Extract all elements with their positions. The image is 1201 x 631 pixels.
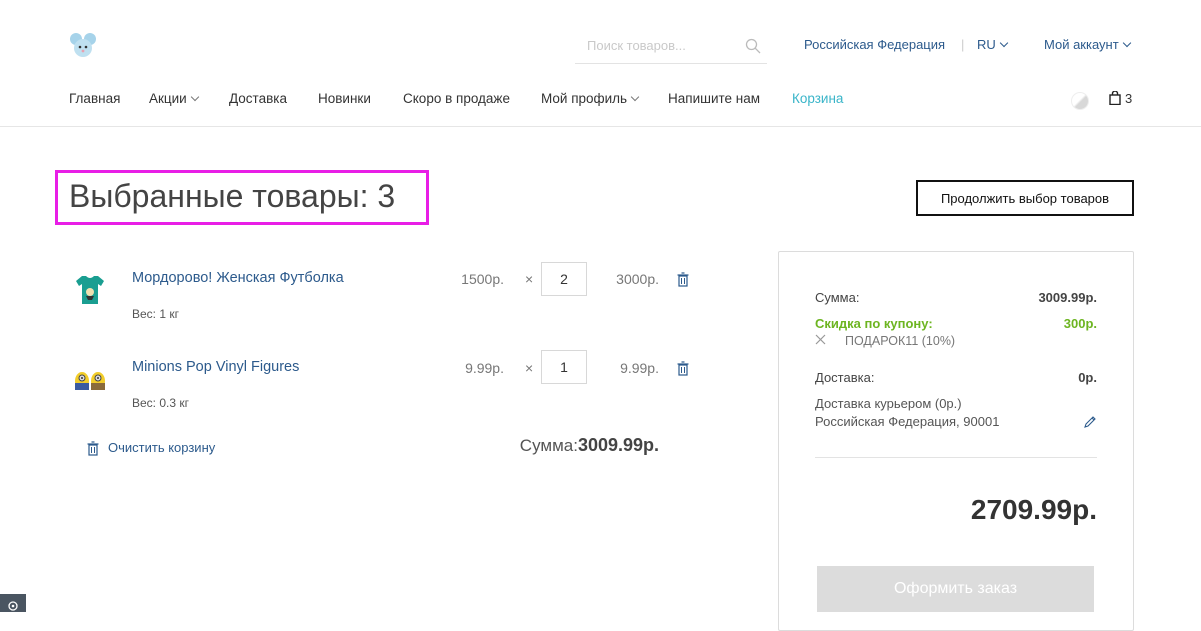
minions-thumbnail[interactable] — [72, 364, 108, 400]
nav-item-home[interactable]: Главная — [69, 91, 120, 106]
item-price: 9.99р. — [465, 360, 504, 376]
discount-value: 300р. — [1063, 316, 1097, 331]
nav-item-new[interactable]: Новинки — [318, 91, 371, 106]
item-weight: Вес: 1 кг — [132, 307, 179, 321]
coupon-code: ПОДАРОК11 (10%) — [845, 334, 956, 348]
checkout-button[interactable]: Оформить заказ — [817, 566, 1094, 612]
chevron-down-icon — [630, 92, 640, 102]
item-name-link[interactable]: Minions Pop Vinyl Figures — [132, 359, 299, 375]
region-selector[interactable]: Российская Федерация — [804, 37, 945, 52]
continue-shopping-button[interactable]: Продолжить выбор товаров — [916, 180, 1134, 216]
item-total: 9.99р. — [620, 360, 659, 376]
item-total: 3000р. — [616, 271, 659, 287]
discount-label: Скидка по купону: — [815, 316, 933, 331]
mouse-logo-icon — [70, 33, 96, 57]
trash-icon[interactable] — [87, 441, 99, 456]
search-icon[interactable] — [745, 38, 761, 54]
delivery-label: Доставка: — [815, 370, 875, 385]
chevron-down-icon — [999, 38, 1009, 48]
page-title: Выбранные товары: 3 — [69, 178, 396, 214]
clear-cart-link[interactable]: Очистить корзину — [108, 440, 215, 455]
nav-item-profile[interactable]: Мой профиль — [541, 91, 640, 106]
remove-coupon-icon[interactable] — [815, 334, 826, 345]
summary-divider — [815, 457, 1097, 458]
nav-label: Акции — [149, 91, 187, 106]
header-divider — [0, 126, 1201, 127]
theme-toggle-icon[interactable] — [1071, 92, 1089, 110]
search-input[interactable] — [575, 31, 737, 59]
pencil-icon[interactable] — [1083, 415, 1097, 429]
trash-icon[interactable] — [677, 272, 689, 287]
item-name-link[interactable]: Мордорово! Женская Футболка — [132, 270, 344, 286]
language-label: RU — [977, 37, 996, 52]
delivery-address: Российская Федерация, 90001 — [815, 414, 1000, 429]
grand-total: 2709.99р. — [970, 494, 1097, 525]
nav-item-coming-soon[interactable]: Скоро в продаже — [403, 91, 510, 106]
nav-item-cart[interactable]: Корзина — [792, 91, 843, 106]
delivery-method: Доставка курьером (0р.) — [815, 396, 962, 411]
search-box — [575, 31, 767, 64]
nav-item-promotions[interactable]: Акции — [149, 91, 199, 106]
delivery-value: 0р. — [1078, 370, 1097, 385]
nav-item-delivery[interactable]: Доставка — [229, 91, 287, 106]
nav-label: Мой профиль — [541, 91, 628, 106]
item-weight: Вес: 0.3 кг — [132, 396, 189, 410]
times-sign: × — [525, 360, 534, 376]
cart-sum-value: 3009.99р. — [577, 435, 659, 455]
chevron-down-icon — [190, 92, 199, 102]
item-price: 1500р. — [461, 271, 504, 287]
account-label: Мой аккаунт — [1044, 37, 1119, 52]
tshirt-thumbnail[interactable] — [72, 272, 108, 308]
cart-sum: Сумма:3009.99р. — [470, 435, 659, 456]
summary-sum-value: 3009.99р. — [1038, 290, 1097, 305]
cart-count: 3 — [1125, 91, 1133, 106]
shopping-bag-icon[interactable] — [1109, 91, 1121, 105]
gear-icon — [8, 601, 18, 611]
settings-tab[interactable] — [0, 594, 26, 612]
times-sign: × — [525, 271, 534, 287]
language-selector[interactable]: RU — [977, 37, 1009, 52]
summary-sum-label: Сумма: — [815, 290, 860, 305]
nav-item-contact[interactable]: Напишите нам — [668, 91, 760, 106]
chevron-down-icon — [1122, 38, 1131, 48]
divider: | — [961, 37, 965, 52]
account-menu[interactable]: Мой аккаунт — [1044, 37, 1131, 52]
site-logo[interactable] — [68, 30, 98, 60]
trash-icon[interactable] — [677, 361, 689, 376]
cart-sum-label: Сумма: — [519, 436, 578, 455]
